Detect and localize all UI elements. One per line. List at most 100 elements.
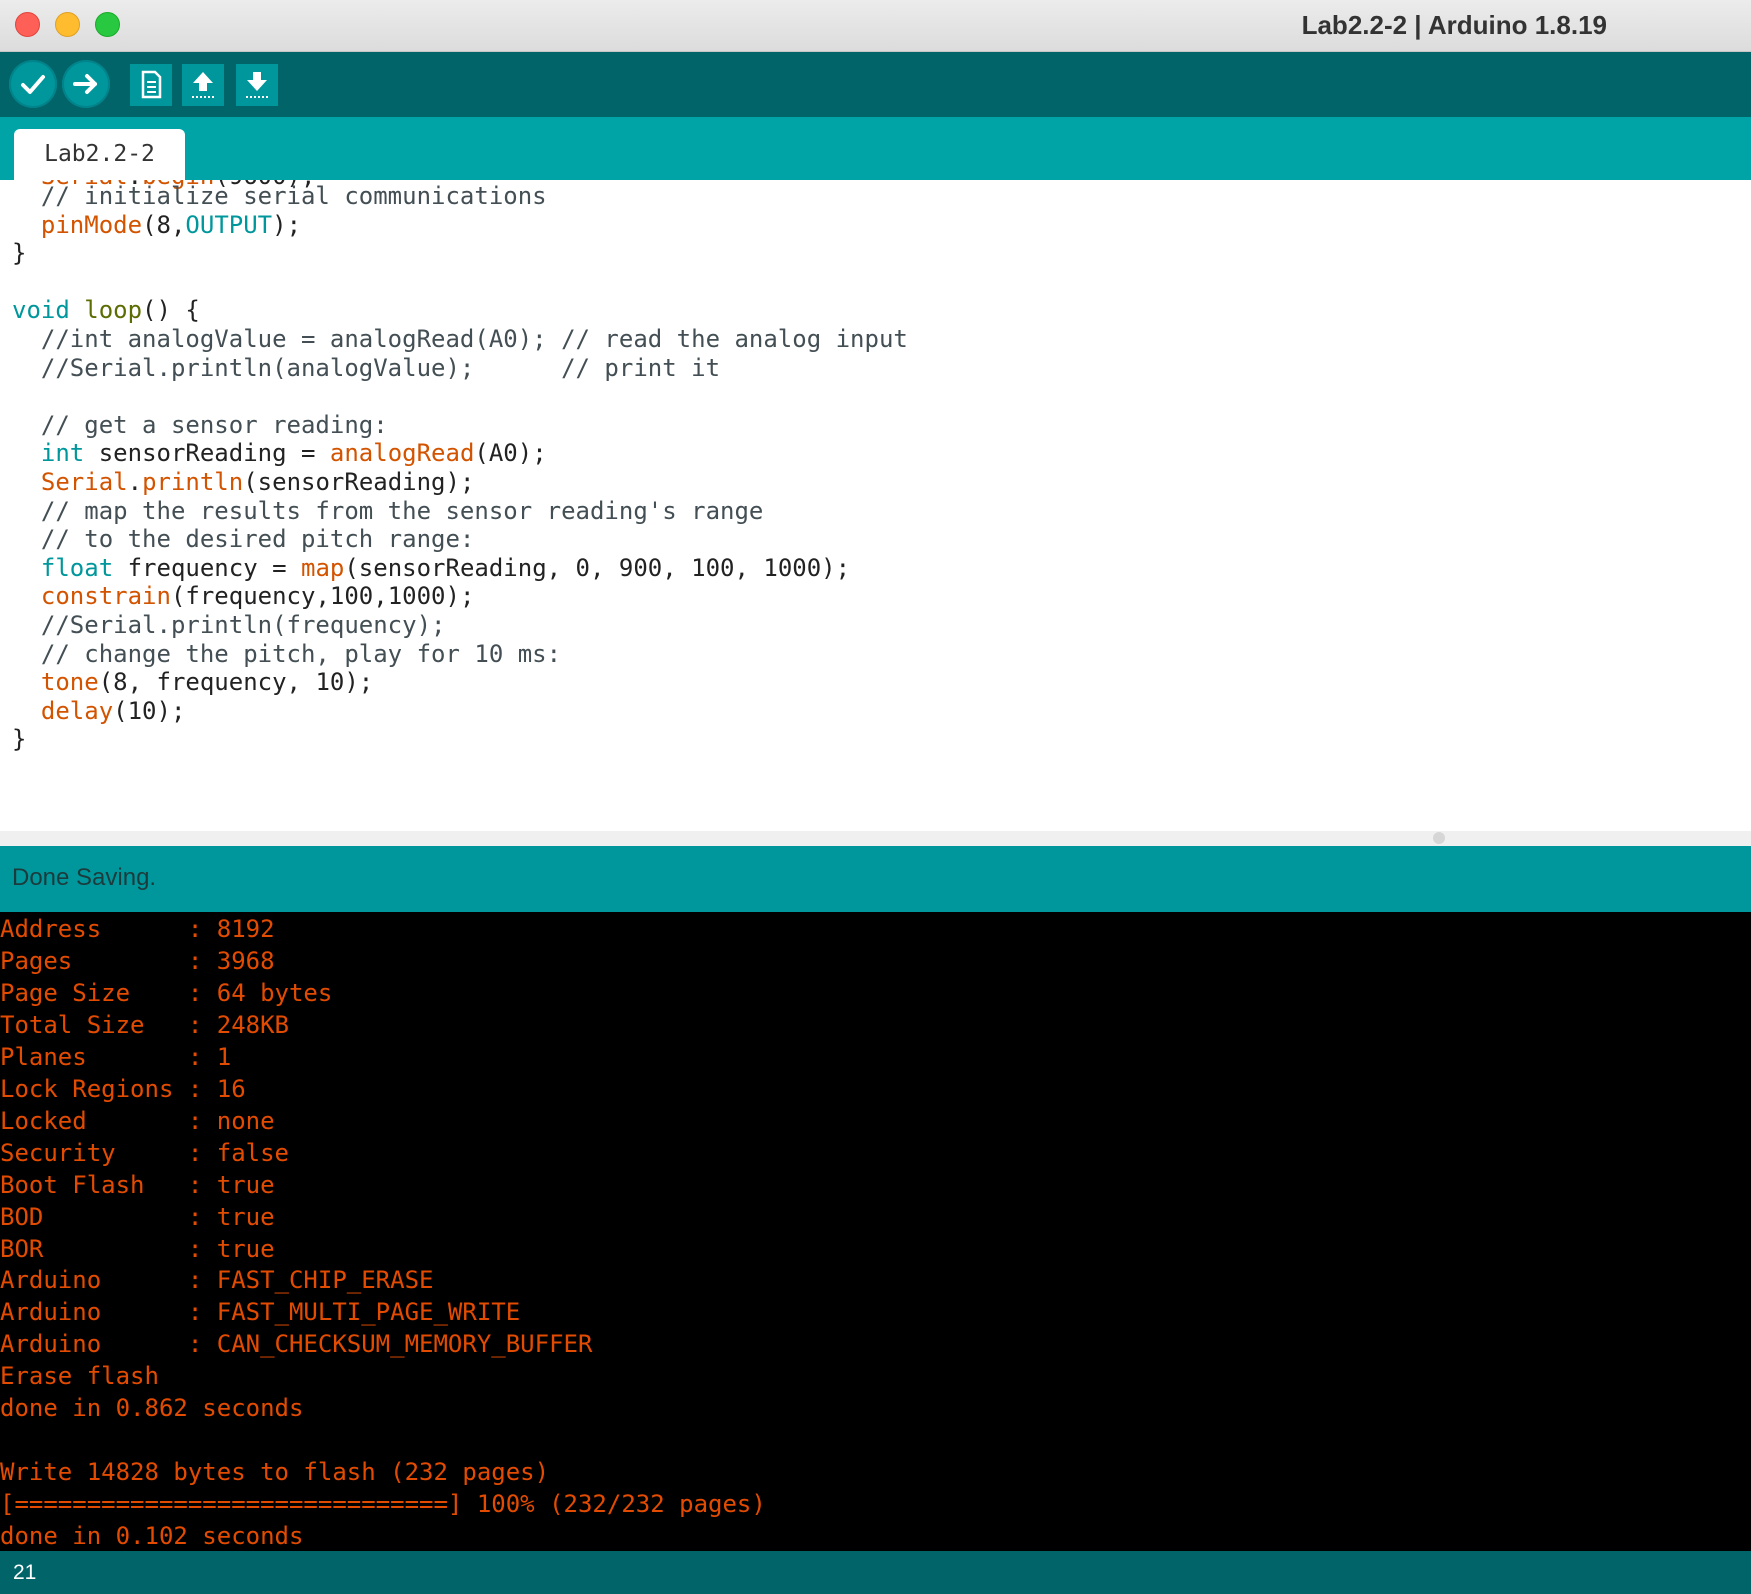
- console-line: Erase flash: [0, 1362, 159, 1391]
- code-line: Serial.println(sensorReading);: [12, 466, 475, 498]
- code-token: (8,: [142, 210, 186, 239]
- arrow-down-icon: [246, 72, 268, 98]
- close-window-button[interactable]: [15, 12, 40, 37]
- console-line: [==============================] 100% (2…: [0, 1490, 766, 1519]
- code-token: constrain: [40, 582, 171, 611]
- console-line: done in 0.102 seconds: [0, 1522, 304, 1551]
- code-token: //int analogValue = analogRead(A0); // r…: [12, 325, 908, 353]
- zoom-window-button[interactable]: [95, 12, 120, 37]
- code-token: delay: [40, 696, 114, 725]
- console-line: BOD : true: [0, 1202, 275, 1231]
- save-sketch-button[interactable]: [236, 64, 278, 106]
- console-line: Address : 8192: [0, 915, 275, 943]
- code-line: pinMode(8,OUTPUT);: [12, 209, 301, 241]
- console-line: Arduino : CAN_CHECKSUM_MEMORY_BUFFER: [0, 1330, 593, 1359]
- window-title: Lab2.2-2 | Arduino 1.8.19: [1301, 10, 1607, 40]
- code-token: float: [40, 553, 114, 582]
- console-line: Locked : none: [0, 1106, 275, 1135]
- code-line: int sensorReading = analogRead(A0);: [12, 437, 547, 469]
- code-token: // to the desired pitch range:: [12, 525, 475, 554]
- code-token: () {: [142, 296, 200, 325]
- code-token: analogRead: [329, 439, 475, 468]
- status-message: Done Saving.: [12, 864, 157, 891]
- code-line: //Serial.println(analogValue); // print …: [12, 352, 720, 384]
- console-line: Security : false: [0, 1138, 289, 1167]
- code-token: int: [40, 439, 85, 468]
- minimize-window-button[interactable]: [55, 12, 80, 37]
- verify-button[interactable]: [9, 60, 57, 108]
- code-token: frequency =: [113, 553, 301, 582]
- code-token: void: [12, 296, 70, 325]
- code-token: Serial: [40, 468, 128, 496]
- upload-button[interactable]: [62, 60, 110, 108]
- code-line: void loop() {: [12, 294, 200, 326]
- console-line: Write 14828 bytes to flash (232 pages): [0, 1458, 550, 1487]
- code-token: // initialize serial communications: [12, 182, 547, 210]
- code-line: tone(8, frequency, 10);: [12, 666, 373, 698]
- code-editor[interactable]: Serial.begin(9600); // initialize serial…: [0, 180, 1751, 831]
- code-token: }: [12, 725, 27, 754]
- output-console[interactable]: Address : 8192 Pages : 3968 Page Size : 64…: [0, 912, 1751, 1551]
- code-line: // change the pitch, play for 10 ms:: [12, 638, 561, 670]
- code-token: map: [301, 553, 345, 582]
- open-sketch-button[interactable]: [182, 64, 224, 106]
- code-token: (sensorReading, 0, 900, 100, 1000);: [344, 553, 851, 582]
- code-line: float frequency = map(sensorReading, 0, …: [12, 552, 850, 584]
- code-token: .: [127, 468, 143, 496]
- console-line: Lock Regions : 16: [0, 1074, 246, 1103]
- console-line: Pages : 3968: [0, 946, 275, 975]
- code-token: (A0);: [474, 439, 547, 468]
- code-token: (8, frequency, 10);: [98, 668, 374, 697]
- code-line: // map the results from the sensor readi…: [12, 495, 763, 527]
- new-file-icon: [141, 70, 162, 99]
- status-bar: Done Saving.: [0, 846, 1751, 912]
- console-line: Arduino : FAST_CHIP_ERASE: [0, 1266, 434, 1295]
- arrow-up-icon: [192, 72, 214, 98]
- arduino-ide-window: Lab2.2-2 | Arduino 1.8.19 Lab2.2-2 // in…: [0, 0, 1751, 1594]
- code-token: (10);: [113, 696, 186, 725]
- code-token: loop: [84, 296, 143, 325]
- code-line: delay(10);: [12, 695, 186, 727]
- footer-bar: 21: [0, 1551, 1751, 1594]
- code-token: }: [12, 239, 27, 268]
- code-line: //Serial.println(frequency);: [12, 609, 446, 641]
- code-token: //Serial.println(frequency);: [12, 611, 446, 639]
- new-sketch-button[interactable]: [130, 64, 172, 106]
- tab-lab2-2-2[interactable]: Lab2.2-2: [14, 129, 185, 180]
- code-token: println: [142, 468, 244, 496]
- code-token: //Serial.println(analogValue); // print …: [12, 353, 721, 382]
- code-token: pinMode: [40, 210, 143, 239]
- code-token: (sensorReading);: [243, 468, 475, 496]
- console-line: Boot Flash : true: [0, 1170, 275, 1199]
- code-token: // change the pitch, play for 10 ms:: [12, 639, 562, 668]
- console-line: Arduino : FAST_MULTI_PAGE_WRITE: [0, 1298, 521, 1327]
- code-token: (frequency,100,1000);: [170, 582, 475, 611]
- arrow-right-icon: [73, 74, 97, 94]
- code-token: // map the results from the sensor readi…: [12, 496, 764, 525]
- toolbar: [0, 52, 1751, 117]
- title-bar: Lab2.2-2 | Arduino 1.8.19: [0, 0, 1751, 52]
- checkmark-icon: [21, 75, 45, 94]
- console-line: Planes : 1: [0, 1042, 232, 1071]
- editor-horizontal-scrollbar[interactable]: [0, 831, 1751, 846]
- code-line: }: [12, 237, 26, 269]
- code-line: }: [12, 723, 26, 755]
- code-token: tone: [40, 668, 99, 697]
- code-token: OUTPUT: [185, 210, 273, 239]
- tab-strip: Lab2.2-2: [0, 117, 1751, 180]
- code-line: constrain(frequency,100,1000);: [12, 580, 474, 612]
- scrollbar-thumb[interactable]: [1433, 832, 1445, 844]
- code-token: );: [272, 210, 302, 239]
- code-line: // to the desired pitch range:: [12, 523, 474, 555]
- code-token: sensorReading =: [84, 439, 330, 468]
- console-line: Total Size : 248KB: [0, 1010, 289, 1039]
- code-token: // get a sensor reading:: [12, 410, 388, 439]
